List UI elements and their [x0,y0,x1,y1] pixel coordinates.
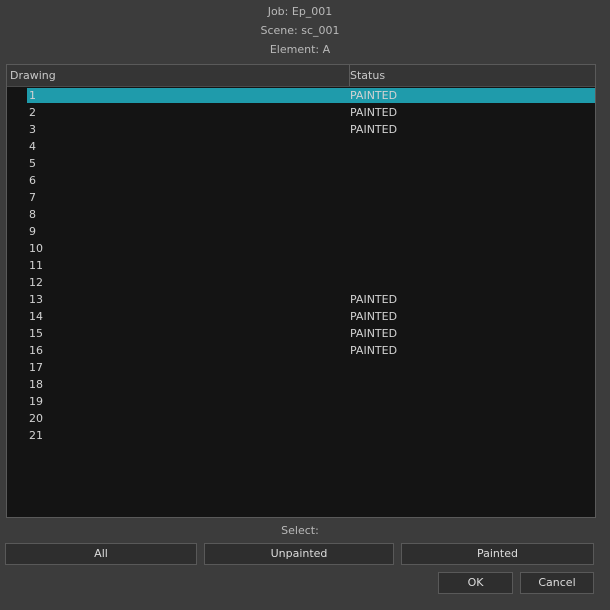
row-selection-highlight [27,88,595,103]
drawing-cell: 20 [29,412,43,425]
table-row[interactable]: 12 [7,274,595,291]
drawing-cell: 7 [29,191,36,204]
table-row[interactable]: 8 [7,206,595,223]
drawing-cell: 2 [29,106,36,119]
table-header: Drawing Status [7,65,595,87]
table-row[interactable]: 2 PAINTED [7,104,595,121]
drawing-cell: 9 [29,225,36,238]
table-row[interactable]: 20 [7,410,595,427]
select-label: Select: [281,524,319,537]
table-row[interactable]: 17 [7,359,595,376]
column-header-status[interactable]: Status [347,65,594,86]
select-unpainted-button[interactable]: Unpainted [204,543,394,565]
drawing-cell: 19 [29,395,43,408]
table-row[interactable]: 1 PAINTED [7,87,595,104]
status-cell: PAINTED [350,310,398,323]
drawing-cell: 11 [29,259,43,272]
table-row[interactable]: 5 [7,155,595,172]
table-row[interactable]: 16 PAINTED [7,342,595,359]
drawing-cell: 8 [29,208,36,221]
table-row[interactable]: 7 [7,189,595,206]
drawing-cell: 17 [29,361,43,374]
table-row[interactable]: 4 [7,138,595,155]
table-row[interactable]: 15 PAINTED [7,325,595,342]
drawing-cell: 1 [29,89,36,102]
scene-label: Scene: sc_001 [260,24,340,37]
drawing-cell: 10 [29,242,43,255]
select-all-button[interactable]: All [5,543,197,565]
drawing-cell: 21 [29,429,43,442]
drawing-cell: 12 [29,276,43,289]
select-painted-button[interactable]: Painted [401,543,594,565]
status-cell: PAINTED [350,89,398,102]
drawing-cell: 13 [29,293,43,306]
table-row[interactable]: 18 [7,376,595,393]
cancel-button[interactable]: Cancel [520,572,594,594]
table-row[interactable]: 6 [7,172,595,189]
job-label: Job: Ep_001 [267,5,333,18]
table-body: 1 PAINTED 2 PAINTED 3 PAINTED 4 5 6 7 8 9 10 11 12 13 PA… [7,87,595,444]
table-row[interactable]: 13 PAINTED [7,291,595,308]
status-cell: PAINTED [350,344,398,357]
element-label: Element: A [269,43,331,56]
drawing-cell: 4 [29,140,36,153]
drawing-cell: 14 [29,310,43,323]
drawing-cell: 16 [29,344,43,357]
status-cell: PAINTED [350,293,398,306]
table-row[interactable]: 21 [7,427,595,444]
table-row[interactable]: 10 [7,240,595,257]
ok-button[interactable]: OK [438,572,513,594]
status-cell: PAINTED [350,106,398,119]
drawings-table[interactable]: Drawing Status 1 PAINTED 2 PAINTED 3 PAINTED 4… [6,64,596,518]
drawing-cell: 6 [29,174,36,187]
status-cell: PAINTED [350,327,398,340]
drawing-cell: 3 [29,123,36,136]
table-row[interactable]: 14 PAINTED [7,308,595,325]
table-row[interactable]: 3 PAINTED [7,121,595,138]
table-row[interactable]: 9 [7,223,595,240]
drawing-cell: 15 [29,327,43,340]
table-row[interactable]: 11 [7,257,595,274]
column-header-drawing[interactable]: Drawing [7,65,350,86]
drawing-cell: 18 [29,378,43,391]
table-row[interactable]: 19 [7,393,595,410]
drawing-cell: 5 [29,157,36,170]
status-cell: PAINTED [350,123,398,136]
